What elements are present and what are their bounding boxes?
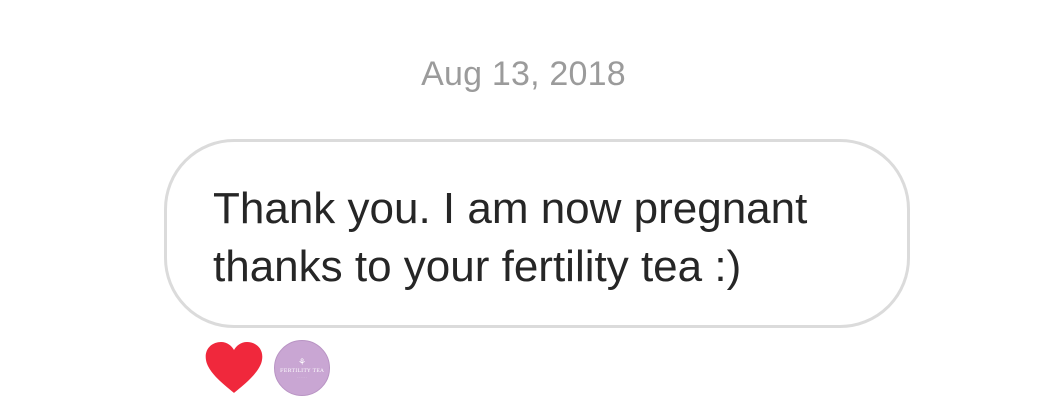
fertility-tea-logo-subtext: · · · · · · — [296, 374, 308, 379]
message-text: Thank you. I am now pregnant thanks to y… — [213, 184, 808, 291]
sender-avatar[interactable]: ⚘ FERTILITY TEA · · · · · · — [274, 340, 330, 396]
message-bubble[interactable]: Thank you. I am now pregnant thanks to y… — [164, 139, 910, 328]
reactions-row: ⚘ FERTILITY TEA · · · · · · — [204, 340, 330, 396]
conversation-date: Aug 13, 2018 — [421, 55, 626, 93]
fertility-tea-logo-mark: ⚘ — [297, 357, 307, 368]
heart-icon[interactable] — [204, 341, 264, 395]
fertility-tea-logo-text: FERTILITY TEA — [279, 367, 325, 374]
